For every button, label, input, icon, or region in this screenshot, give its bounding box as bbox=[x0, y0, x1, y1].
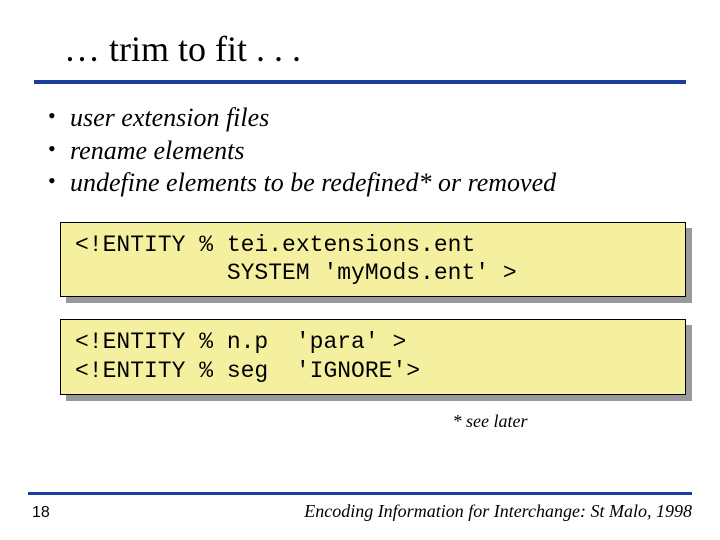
footnote: * see later bbox=[294, 411, 686, 432]
footer-text: Encoding Information for Interchange: St… bbox=[304, 501, 692, 522]
footer-rule bbox=[28, 492, 692, 495]
page-number: 18 bbox=[32, 504, 50, 522]
bullet-item: rename elements bbox=[42, 135, 686, 168]
title-rule bbox=[34, 80, 686, 84]
code-block: <!ENTITY % tei.extensions.ent SYSTEM 'my… bbox=[60, 222, 686, 298]
bullet-item: undefine elements to be redefined* or re… bbox=[42, 167, 686, 200]
code-content: <!ENTITY % n.p 'para' > <!ENTITY % seg '… bbox=[60, 319, 686, 395]
footer: 18 Encoding Information for Interchange:… bbox=[0, 492, 720, 522]
bullet-list: user extension files rename elements und… bbox=[42, 102, 686, 200]
code-block: <!ENTITY % n.p 'para' > <!ENTITY % seg '… bbox=[60, 319, 686, 395]
slide: … trim to fit . . . user extension files… bbox=[0, 0, 720, 540]
code-content: <!ENTITY % tei.extensions.ent SYSTEM 'my… bbox=[60, 222, 686, 298]
bullet-item: user extension files bbox=[42, 102, 686, 135]
slide-title: … trim to fit . . . bbox=[64, 28, 686, 70]
footer-row: 18 Encoding Information for Interchange:… bbox=[28, 501, 692, 522]
